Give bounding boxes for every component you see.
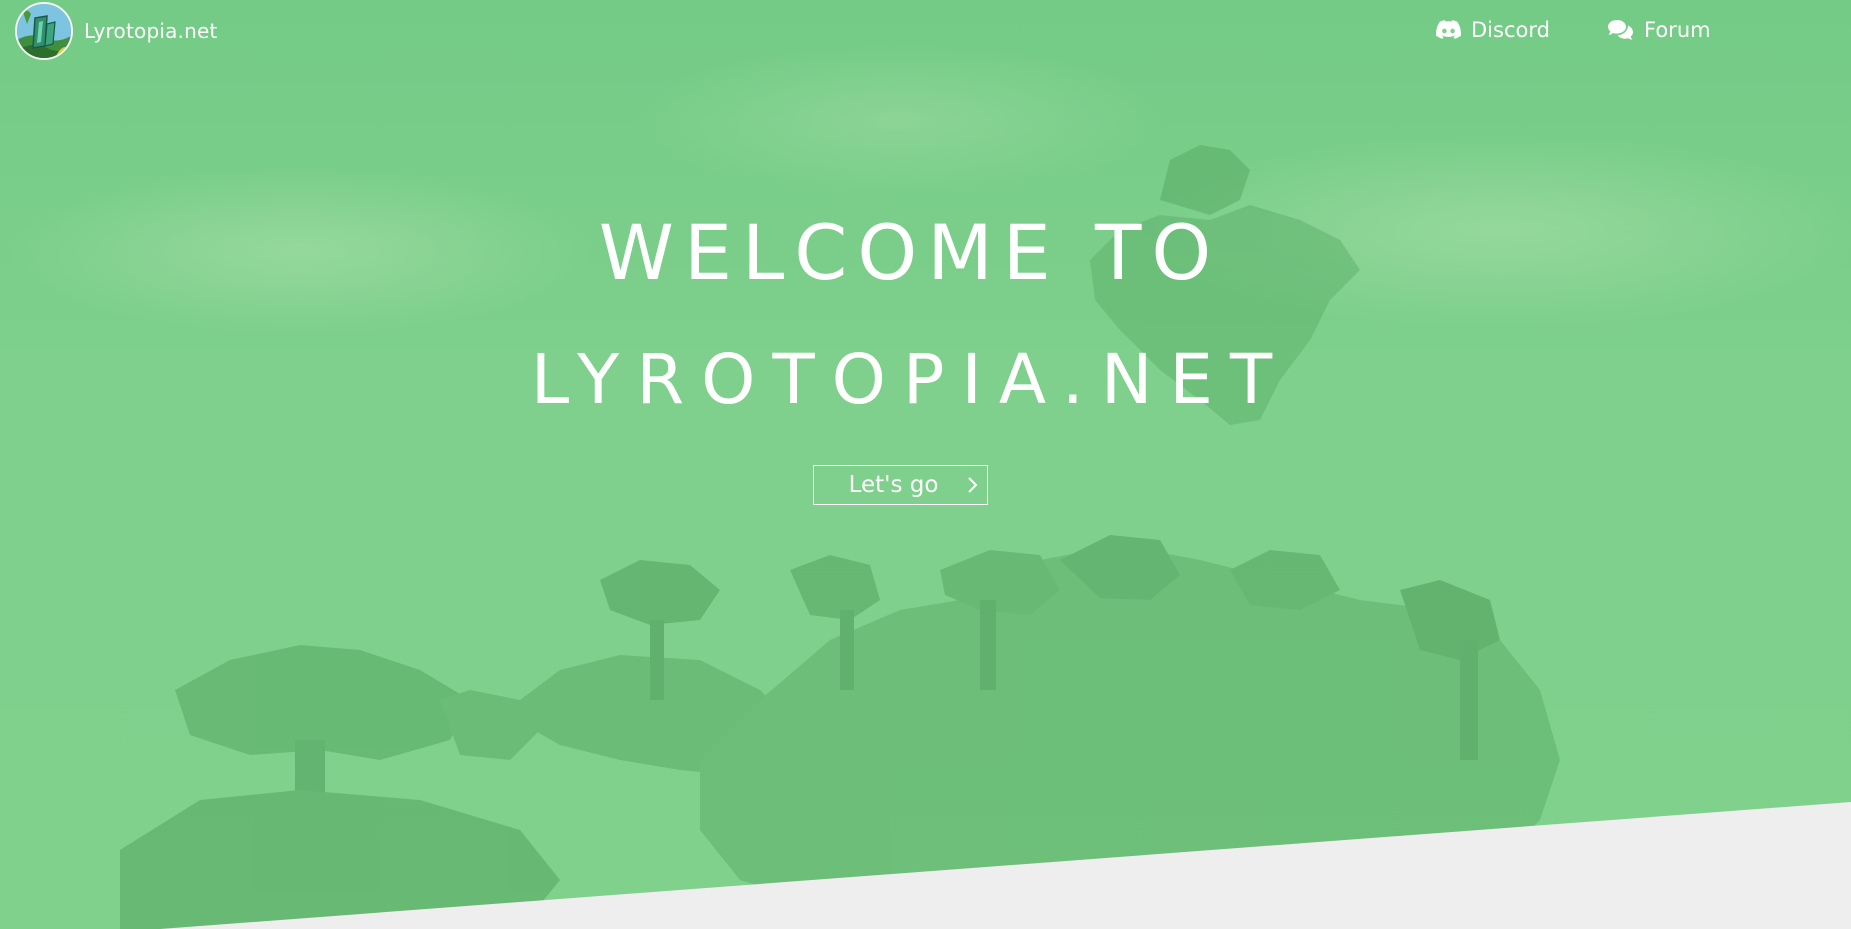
nav-link-forum-label: Forum xyxy=(1644,18,1711,42)
comments-icon xyxy=(1607,19,1634,41)
nav-link-discord[interactable]: Discord xyxy=(1436,0,1550,60)
top-navbar: Lyrotopia.net Discord Forum xyxy=(0,0,1851,60)
lets-go-button-label: Let's go xyxy=(848,472,939,498)
brand-link[interactable]: Lyrotopia.net xyxy=(15,1,218,61)
lyrotopia-logo-icon xyxy=(15,2,73,60)
nav-link-discord-label: Discord xyxy=(1471,18,1550,42)
brand-name: Lyrotopia.net xyxy=(84,19,218,43)
discord-icon xyxy=(1436,20,1461,40)
nav-link-forum[interactable]: Forum xyxy=(1607,0,1711,60)
lets-go-button[interactable]: Let's go xyxy=(813,465,988,505)
hero-title-line1: WELCOME TO xyxy=(598,208,1222,297)
chevron-right-icon xyxy=(957,476,987,494)
landing-page: Lyrotopia.net Discord Forum WELCOME TO L… xyxy=(0,0,1851,929)
hero-title-line2: LYROTOPIA.NET xyxy=(530,340,1290,420)
